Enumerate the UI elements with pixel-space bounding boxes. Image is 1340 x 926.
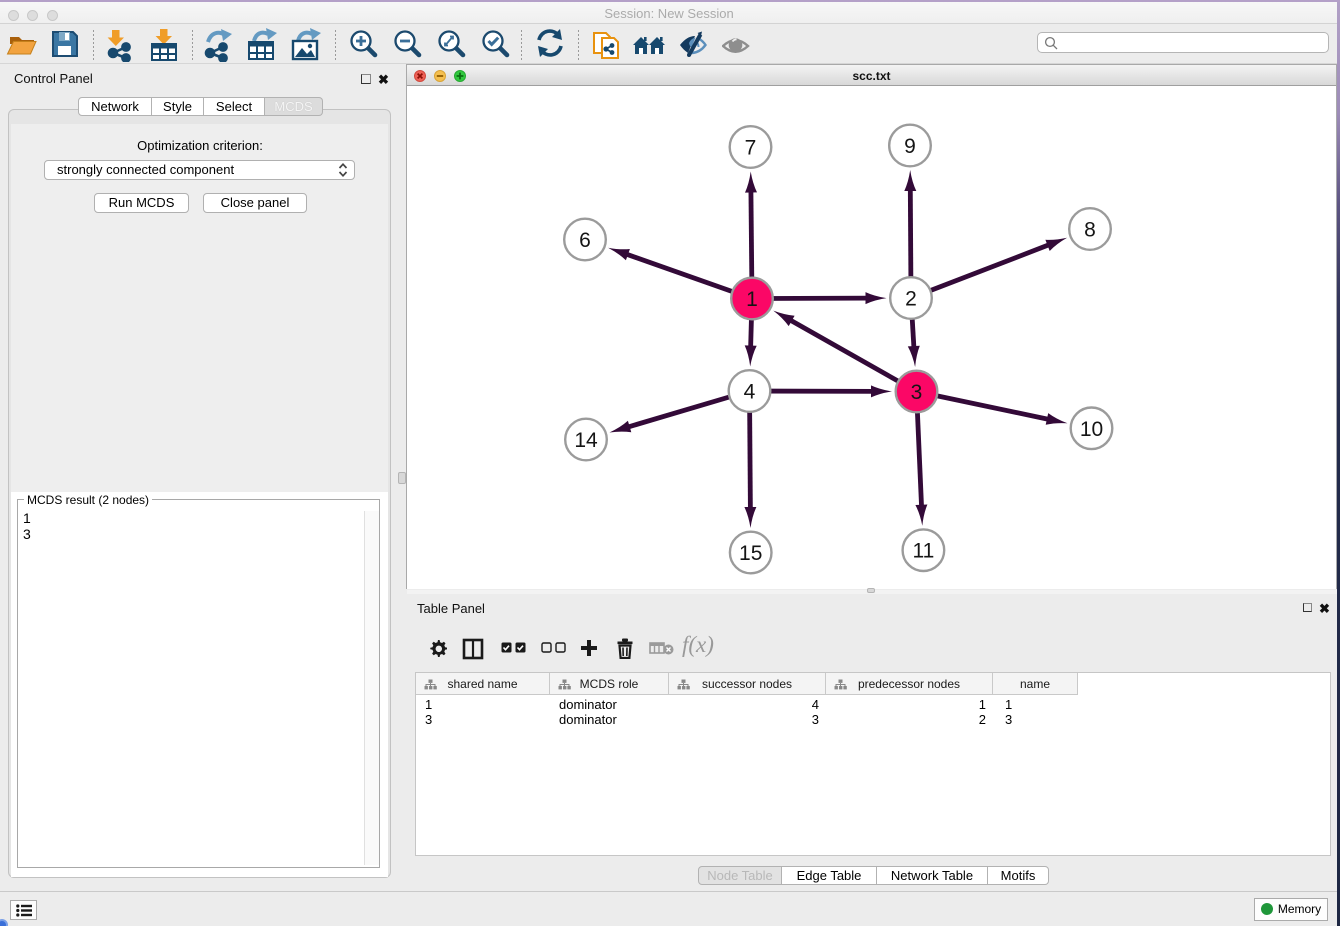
- svg-text:4: 4: [744, 381, 756, 404]
- svg-text:14: 14: [574, 429, 598, 452]
- svg-text:10: 10: [1080, 418, 1103, 441]
- svg-text:7: 7: [745, 137, 757, 160]
- svg-text:11: 11: [912, 540, 934, 563]
- svg-text:2: 2: [905, 288, 917, 311]
- svg-text:6: 6: [579, 229, 591, 252]
- svg-text:9: 9: [904, 135, 916, 158]
- svg-text:1: 1: [746, 288, 758, 311]
- svg-text:3: 3: [911, 381, 923, 404]
- svg-text:15: 15: [739, 542, 762, 565]
- svg-text:8: 8: [1084, 219, 1096, 242]
